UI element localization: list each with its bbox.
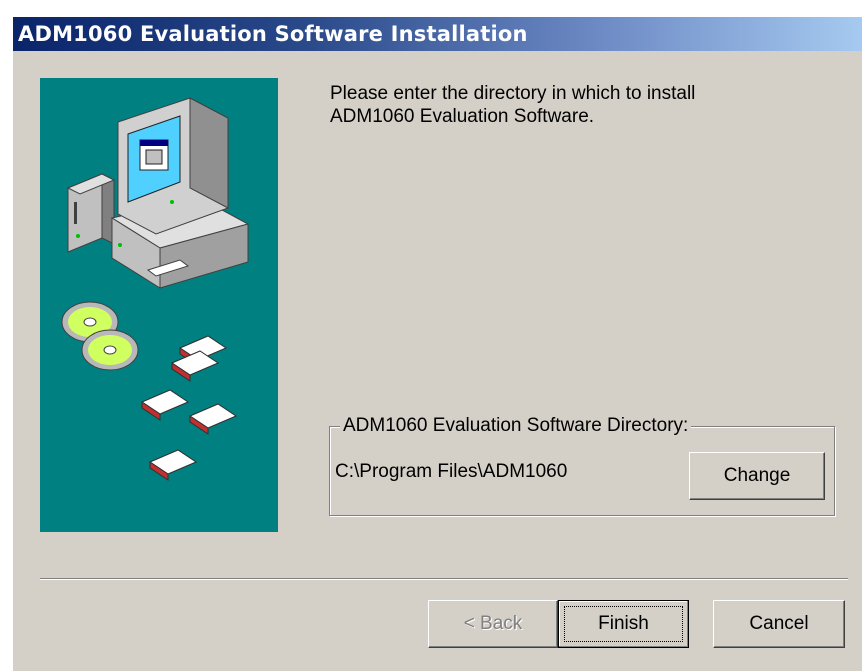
instructions-text: Please enter the directory in which to i… bbox=[330, 82, 830, 128]
setup-illustration bbox=[40, 78, 278, 532]
window-title: ADM1060 Evaluation Software Installation bbox=[18, 22, 528, 46]
floppy-disk-icon bbox=[140, 335, 238, 481]
computer-illustration-icon bbox=[61, 97, 250, 481]
finish-button-label: Finish bbox=[598, 613, 649, 634]
title-bar[interactable]: ADM1060 Evaluation Software Installation bbox=[13, 17, 862, 51]
cancel-button[interactable]: Cancel bbox=[713, 600, 845, 648]
installer-dialog: ADM1060 Evaluation Software Installation bbox=[12, 16, 862, 671]
instructions-line-1: Please enter the directory in which to i… bbox=[330, 83, 696, 104]
finish-button[interactable]: Finish bbox=[558, 600, 689, 648]
cd-icon bbox=[61, 301, 139, 371]
change-directory-button[interactable]: Change bbox=[689, 452, 825, 500]
back-button[interactable]: < Back bbox=[428, 600, 558, 648]
install-directory-path: C:\Program Files\ADM1060 bbox=[335, 461, 568, 482]
button-separator bbox=[40, 578, 848, 580]
directory-group-label: ADM1060 Evaluation Software Directory: bbox=[340, 415, 692, 437]
instructions-line-2: ADM1060 Evaluation Software. bbox=[330, 106, 595, 127]
directory-groupbox: ADM1060 Evaluation Software Directory: C… bbox=[329, 415, 835, 516]
